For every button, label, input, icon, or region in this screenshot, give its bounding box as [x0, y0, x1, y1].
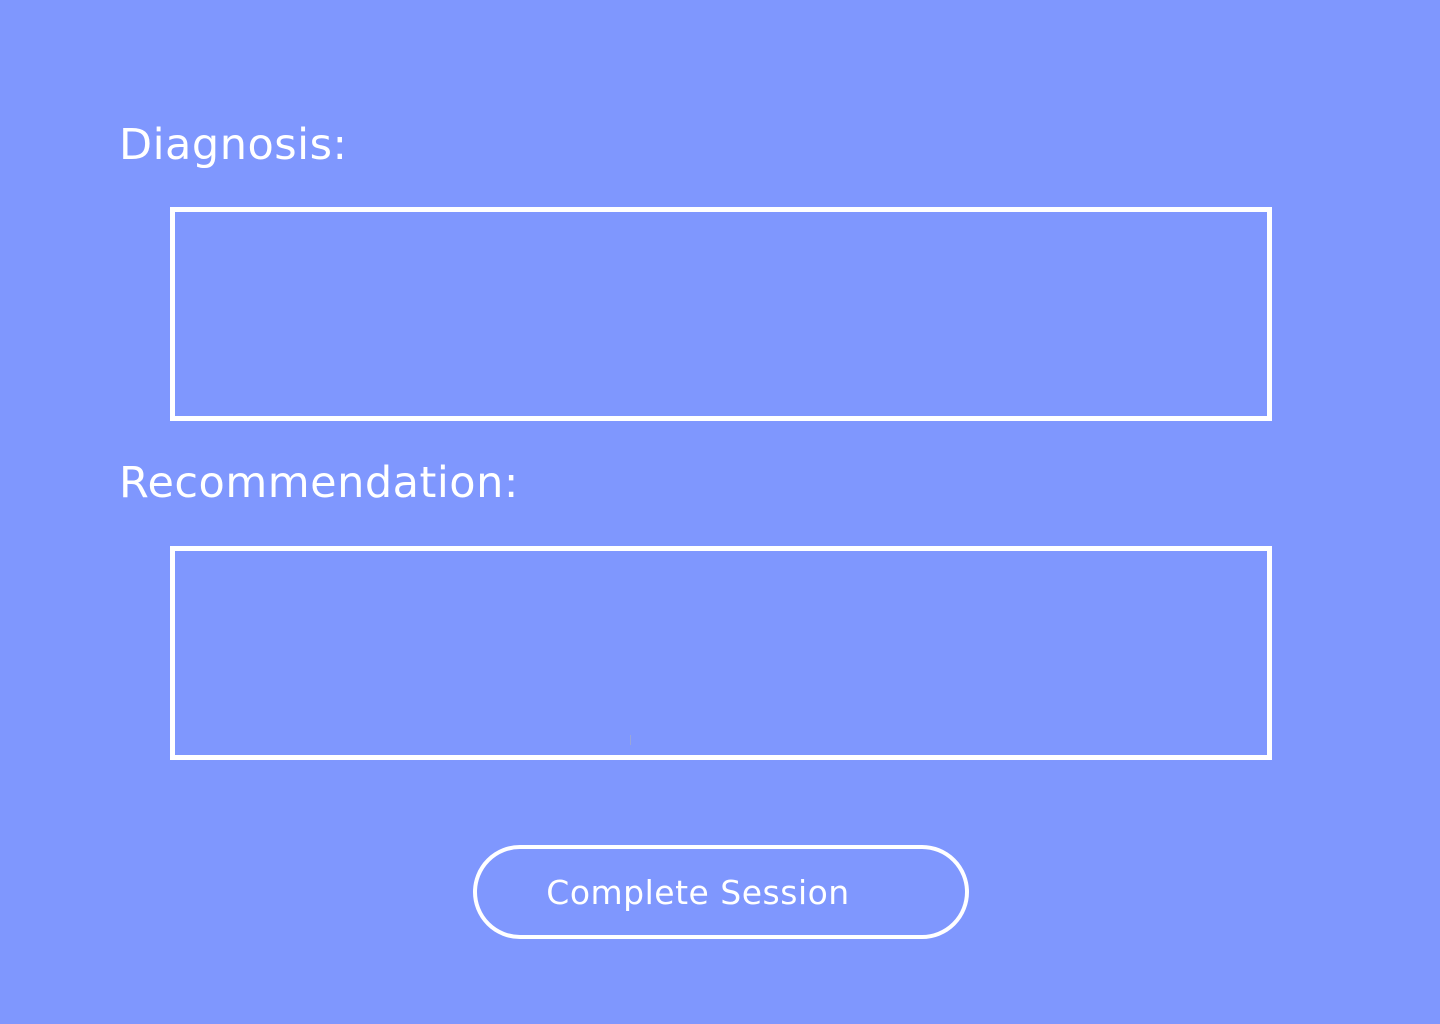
text-cursor-mark: [630, 735, 631, 745]
complete-session-button[interactable]: Complete Session: [473, 845, 969, 939]
diagnosis-label: Diagnosis:: [119, 120, 348, 170]
recommendation-field[interactable]: [170, 546, 1272, 760]
complete-session-label: Complete Session: [546, 872, 850, 912]
diagnosis-field[interactable]: [170, 207, 1272, 421]
recommendation-label: Recommendation:: [119, 458, 519, 508]
